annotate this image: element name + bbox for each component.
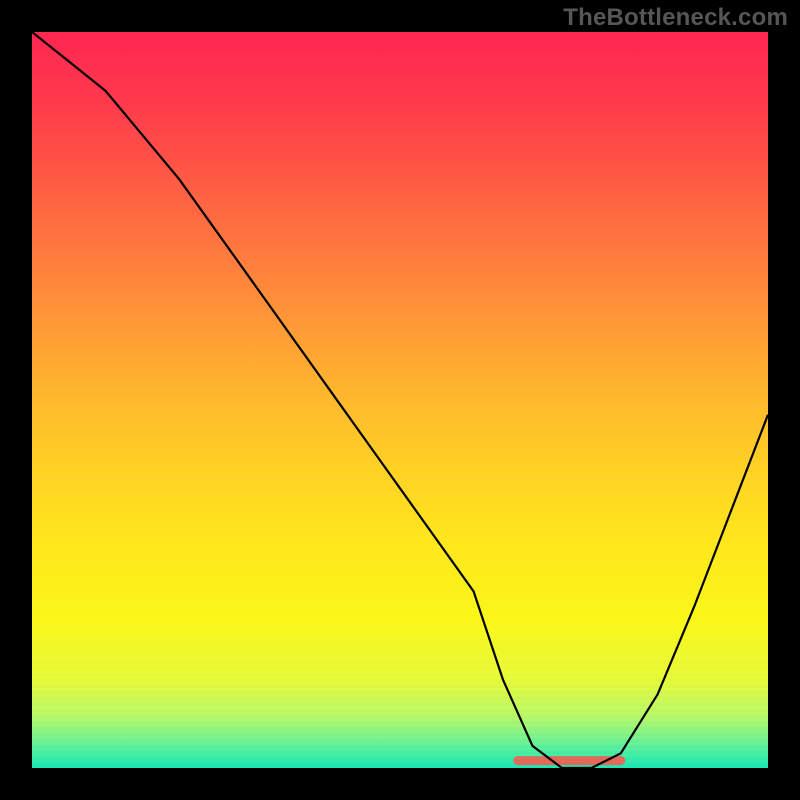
plot-area (32, 32, 768, 768)
watermark-text: TheBottleneck.com (563, 4, 788, 32)
bottleneck-curve-line (32, 32, 768, 768)
chart-frame: TheBottleneck.com (0, 0, 800, 800)
curve-layer (32, 32, 768, 768)
